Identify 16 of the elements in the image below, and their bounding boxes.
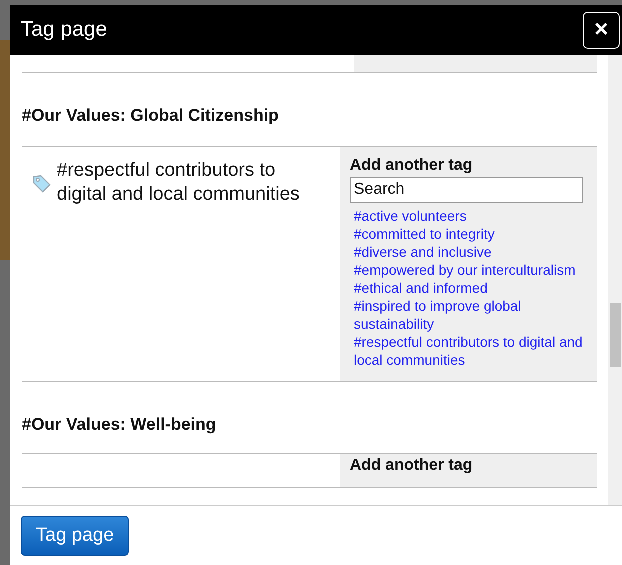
search-field[interactable]: Search xyxy=(350,177,583,203)
tag-suggestion-link[interactable]: #respectful contributors to digital and local communities xyxy=(350,333,593,369)
tag-icon xyxy=(33,175,51,193)
tag-suggestion-link[interactable]: #diverse and inclusive xyxy=(350,243,593,261)
dialog-title: Tag page xyxy=(21,18,108,42)
tag-suggestion-link[interactable]: #empowered by our interculturalism xyxy=(350,261,593,279)
scrollbar[interactable] xyxy=(608,55,622,505)
tag-suggestion-link[interactable]: #ethical and informed xyxy=(350,279,593,297)
tag-suggestion-link[interactable]: #inspired to improve global sustainability xyxy=(350,297,593,333)
close-button[interactable]: × xyxy=(583,12,620,48)
add-tag-label: Add another tag xyxy=(350,457,474,475)
add-tag-label: Add another tag xyxy=(350,157,474,175)
tag-page-button[interactable]: Tag page xyxy=(21,516,130,556)
tag-label: #respectful contributors to digital and local communities xyxy=(57,159,301,207)
tag-suggestion-link[interactable]: #committed to integrity xyxy=(350,225,593,243)
tag-suggestion-link[interactable]: #active volunteers xyxy=(350,207,593,225)
